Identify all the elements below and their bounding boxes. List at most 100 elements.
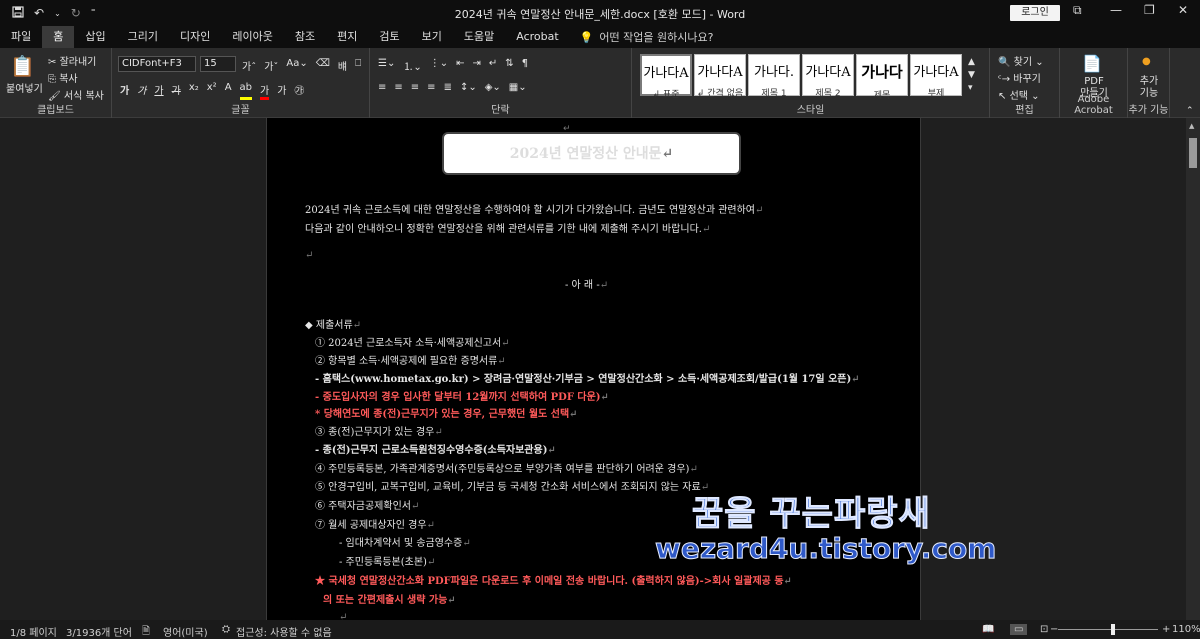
underline-icon[interactable]: 가	[154, 82, 163, 100]
strikethrough-icon[interactable]: 가	[172, 82, 181, 100]
replace-button[interactable]: ᶜ→ 바꾸기	[998, 70, 1041, 85]
restore-icon[interactable]: ❐	[1144, 3, 1155, 17]
language-indicator[interactable]: 영어(미국)	[163, 624, 208, 639]
bullets-icon[interactable]: ☰⌄	[378, 58, 395, 73]
vertical-scrollbar[interactable]: ▲	[1186, 118, 1200, 620]
zoom-slider-thumb[interactable]	[1111, 624, 1115, 635]
read-mode-icon[interactable]: 📖	[982, 624, 994, 635]
tell-me-box[interactable]: 💡 어떤 작업을 원하시나요?	[570, 29, 714, 45]
character-shading-icon[interactable]: 가	[277, 82, 286, 100]
select-button[interactable]: ↖ 선택 ⌄	[998, 87, 1040, 102]
decrease-indent-icon[interactable]: ⇤	[456, 58, 464, 73]
multilevel-list-icon[interactable]: ⋮⌄	[430, 58, 448, 73]
phonetic-guide-icon[interactable]: 뱨	[338, 58, 347, 73]
bold-icon[interactable]: 가	[120, 82, 129, 100]
print-layout-icon[interactable]: ▭	[1010, 624, 1028, 635]
scroll-up-icon[interactable]: ▲	[1189, 122, 1194, 130]
line-spacing-icon[interactable]: ↕⌄	[460, 82, 477, 93]
tab-acrobat[interactable]: Acrobat	[505, 26, 569, 48]
font-size-combo[interactable]: 15	[200, 56, 236, 72]
zoom-in-button[interactable]: +	[1162, 624, 1170, 635]
character-border-icon[interactable]: ⎕	[355, 58, 361, 73]
shrink-font-icon[interactable]: 가ˇ	[264, 58, 278, 73]
highlight-icon[interactable]: ab	[239, 82, 253, 100]
copy-button[interactable]: ⎘ 복사	[48, 70, 78, 85]
shading-icon[interactable]: ◈⌄	[485, 82, 501, 93]
page-count[interactable]: 1/8 페이지	[10, 624, 57, 639]
list-item: - 중도입사자의 경우 입사한 달부터 12월까지 선택하여 PDF 다운)↵	[315, 392, 609, 403]
superscript-icon[interactable]: x²	[207, 82, 217, 100]
align-right-icon[interactable]: ≡	[411, 82, 419, 93]
paste-button[interactable]: 붙여넣기	[6, 80, 43, 95]
increase-indent-icon[interactable]: ⇥	[473, 58, 481, 73]
font-name-combo[interactable]: CIDFont+F3	[118, 56, 196, 72]
zoom-level[interactable]: 110%	[1172, 624, 1200, 635]
proofing-icon[interactable]: 🗎	[142, 624, 150, 639]
undo-icon[interactable]: ↶	[34, 6, 44, 20]
close-icon[interactable]: ✕	[1178, 3, 1188, 17]
accessibility-icon[interactable]: ⛭	[222, 624, 230, 635]
tab-design[interactable]: 디자인	[169, 26, 221, 48]
change-case-icon[interactable]: Aa⌄	[286, 58, 307, 73]
tab-draw[interactable]: 그리기	[117, 26, 169, 48]
enclose-characters-icon[interactable]: ㉮	[294, 82, 304, 100]
numbering-icon[interactable]: ⒈⌄	[403, 58, 421, 73]
style-sample: 가나다A	[643, 66, 689, 81]
acrobat-group: 📄 PDF 만들기 Adobe Acrobat	[1060, 48, 1128, 118]
minimize-icon[interactable]: —	[1110, 3, 1122, 17]
style-title[interactable]: 가나다 제목	[856, 54, 908, 101]
customize-toolbar-icon[interactable]: ⁼	[91, 8, 96, 18]
tab-help[interactable]: 도움말	[453, 26, 505, 48]
grow-font-icon[interactable]: 가ˆ	[242, 58, 256, 73]
clear-formatting-icon[interactable]: ⌫	[316, 58, 330, 73]
font-color-icon[interactable]: 가	[260, 82, 270, 100]
undo-dropdown-icon[interactable]: ⌄	[54, 9, 61, 18]
distribute-icon[interactable]: ≣	[444, 82, 452, 93]
ribbon-display-options-icon[interactable]: ⧉	[1073, 3, 1082, 18]
style-heading-1[interactable]: 가나다. 제목 1	[748, 54, 800, 99]
tab-home[interactable]: 홈	[42, 26, 75, 48]
style-sample: 가나다A	[913, 65, 959, 80]
format-painter-button[interactable]: 🖌 서식 복사	[48, 87, 104, 102]
tab-references[interactable]: 참조	[284, 26, 326, 48]
cut-button[interactable]: ✂ 잘라내기	[48, 53, 96, 68]
text-effects-icon[interactable]: A	[225, 82, 232, 100]
tab-insert[interactable]: 삽입	[74, 26, 116, 48]
subscript-icon[interactable]: x₂	[189, 82, 199, 100]
addins-icon[interactable]: ●	[1142, 56, 1151, 67]
document-title-box[interactable]: 2024년 연말정산 안내문↵	[442, 132, 741, 175]
word-count[interactable]: 3/1936개 단어	[66, 624, 132, 639]
align-left-icon[interactable]: ≡	[378, 82, 386, 93]
tab-view[interactable]: 보기	[411, 26, 453, 48]
tab-file[interactable]: 파일	[0, 26, 42, 48]
tab-mailings[interactable]: 편지	[326, 26, 368, 48]
style-normal[interactable]: 가나다A ↲ 표준	[640, 54, 692, 100]
italic-icon[interactable]: 가	[137, 82, 146, 100]
login-button[interactable]: 로그인	[1010, 5, 1060, 21]
accessibility-status[interactable]: 접근성: 사용할 수 없음	[236, 624, 332, 639]
paste-icon[interactable]: 📋	[10, 54, 35, 78]
list-item: - 임대차계약서 및 송금영수증↵	[339, 538, 471, 549]
collapse-ribbon-icon[interactable]: ⌃	[1186, 106, 1194, 116]
show-formatting-icon[interactable]: ¶	[522, 58, 528, 73]
find-button[interactable]: 🔍 찾기 ⌄	[998, 53, 1044, 68]
zoom-slider[interactable]	[1058, 629, 1158, 630]
styles-scroll-icon[interactable]: ▲ ▼ ▾	[968, 56, 975, 95]
justify-icon[interactable]: ≡	[427, 82, 435, 93]
pdf-icon[interactable]: 📄	[1082, 54, 1102, 73]
scrollbar-thumb[interactable]	[1189, 138, 1197, 168]
style-subtitle[interactable]: 가나다A 부제	[910, 54, 962, 99]
redo-icon[interactable]: ↻	[71, 6, 81, 20]
style-no-spacing[interactable]: 가나다A ↲ 간격 없음	[694, 54, 746, 99]
save-icon[interactable]	[12, 5, 24, 21]
align-center-icon[interactable]: ≡	[394, 82, 402, 93]
text-direction-icon[interactable]: ↵	[489, 58, 497, 73]
tab-layout[interactable]: 레이아웃	[221, 26, 283, 48]
web-layout-icon[interactable]: ⊡	[1040, 624, 1048, 635]
tab-review[interactable]: 검토	[368, 26, 410, 48]
borders-icon[interactable]: ▦⌄	[509, 82, 527, 93]
list-item: ⑤ 안경구입비, 교복구입비, 교육비, 기부금 등 국세청 간소화 서비스에서…	[315, 482, 710, 493]
sort-icon[interactable]: ⇅	[505, 58, 513, 73]
style-heading-2[interactable]: 가나다A 제목 2	[802, 54, 854, 99]
addins-button[interactable]: 추가 기능	[1128, 76, 1170, 100]
